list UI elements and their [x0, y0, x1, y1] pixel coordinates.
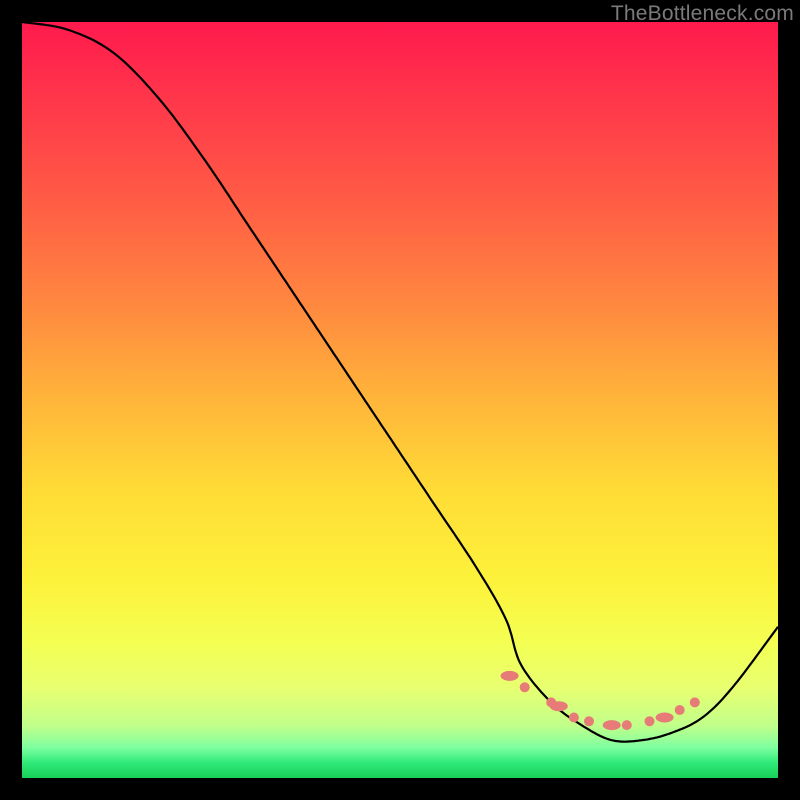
marker-dot [645, 716, 655, 726]
bottleneck-curve-svg [22, 22, 778, 778]
marker-dot [550, 701, 568, 711]
marker-dot [656, 713, 674, 723]
marker-dot [501, 671, 519, 681]
marker-dot [675, 705, 685, 715]
marker-dot [569, 713, 579, 723]
marker-dot [584, 716, 594, 726]
chart-frame: TheBottleneck.com [0, 0, 800, 800]
marker-dot [603, 720, 621, 730]
marker-dot [622, 720, 632, 730]
marker-dot [690, 697, 700, 707]
plot-area [22, 22, 778, 778]
marker-dot [520, 682, 530, 692]
watermark-text: TheBottleneck.com [611, 2, 794, 26]
bottleneck-curve [22, 22, 778, 742]
